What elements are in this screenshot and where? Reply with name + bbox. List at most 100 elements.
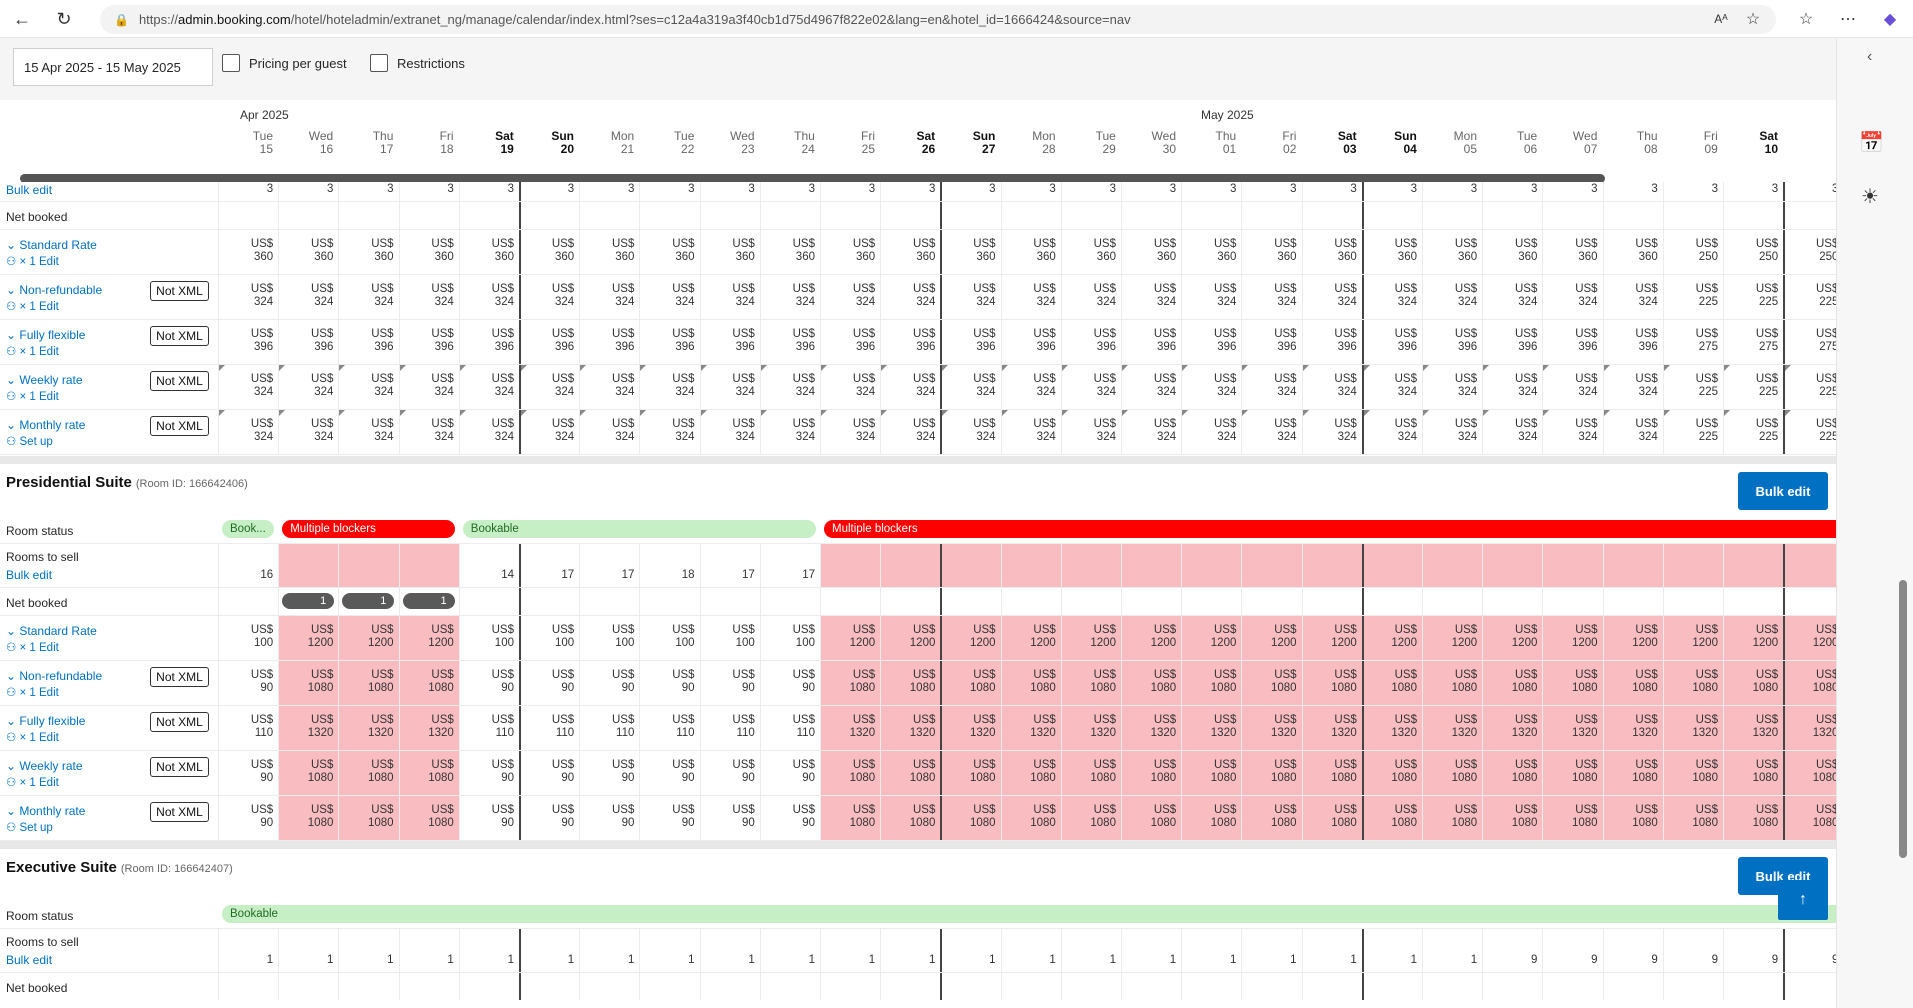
grid-cell[interactable] xyxy=(1602,544,1663,587)
price-cell[interactable]: US$ 110 xyxy=(759,706,820,750)
price-cell[interactable]: US$ 1080 xyxy=(398,796,459,840)
date-column-header[interactable]: Wed 16 xyxy=(278,130,338,156)
grid-cell[interactable] xyxy=(820,544,881,587)
price-cell[interactable]: US$ 1320 xyxy=(1361,706,1422,750)
price-cell[interactable]: US$ 1080 xyxy=(1602,751,1663,795)
grid-cell[interactable]: 1 xyxy=(759,929,820,972)
price-cell[interactable]: US$ 360 xyxy=(699,230,760,274)
date-column-header[interactable]: Sat 10 xyxy=(1723,130,1783,156)
grid-cell[interactable]: 3 xyxy=(398,182,459,201)
price-cell[interactable]: US$ 1320 xyxy=(1662,706,1723,750)
price-cell[interactable]: US$ 324 xyxy=(1241,275,1301,319)
price-cell[interactable]: US$ 1080 xyxy=(1662,796,1723,840)
price-cell[interactable]: US$ 324 xyxy=(519,275,579,319)
price-cell[interactable]: US$ 360 xyxy=(1602,230,1663,274)
price-cell[interactable]: US$ 1200 xyxy=(398,616,459,660)
bulk-edit-link[interactable]: Bulk edit xyxy=(6,953,52,967)
price-cell[interactable]: US$ 1080 xyxy=(820,796,881,840)
price-cell[interactable]: US$ 1080 xyxy=(1181,796,1242,840)
room-status-pill[interactable]: Multiple blockers xyxy=(282,520,455,538)
grid-cell[interactable]: 17 xyxy=(519,544,579,587)
grid-cell[interactable]: 3 xyxy=(820,182,880,201)
price-cell[interactable]: US$ 1080 xyxy=(1000,751,1061,795)
price-cell[interactable]: US$ 396 xyxy=(458,320,519,364)
price-cell[interactable]: US$ 1080 xyxy=(1723,751,1784,795)
price-cell[interactable]: US$ 360 xyxy=(639,230,699,274)
price-cell[interactable]: US$ 1080 xyxy=(1542,751,1603,795)
grid-cell[interactable]: 1 xyxy=(458,929,519,972)
price-cell[interactable]: US$ 1080 xyxy=(1542,796,1603,840)
date-column-header[interactable]: Thu 24 xyxy=(760,130,820,156)
grid-cell[interactable] xyxy=(1301,544,1362,587)
grid-cell[interactable]: 3 xyxy=(1241,182,1301,201)
price-cell[interactable]: US$ 396 xyxy=(699,320,760,364)
grid-cell[interactable] xyxy=(1482,544,1543,587)
grid-cell[interactable]: 1 xyxy=(1060,929,1121,972)
date-column-header[interactable]: Thu 17 xyxy=(338,130,398,156)
price-cell[interactable]: US$ 1080 xyxy=(1783,796,1836,840)
price-cell[interactable]: US$ 90 xyxy=(218,751,278,795)
price-cell[interactable]: US$ 360 xyxy=(1060,230,1121,274)
price-cell[interactable]: US$ 1080 xyxy=(338,796,399,840)
price-cell[interactable]: US$ 324 xyxy=(880,365,940,409)
date-column-header[interactable]: Sat 26 xyxy=(880,130,940,156)
rate-plan-name[interactable]: ⌄ Non-refundable xyxy=(6,283,102,297)
price-cell[interactable]: US$ 396 xyxy=(398,320,459,364)
price-cell[interactable]: US$ 324 xyxy=(1422,365,1482,409)
price-cell[interactable]: US$ 324 xyxy=(1181,275,1241,319)
price-cell[interactable]: US$ 100 xyxy=(579,616,639,660)
price-cell[interactable]: US$ 324 xyxy=(1301,410,1362,454)
price-cell[interactable]: US$ 360 xyxy=(880,230,940,274)
favorites-icon[interactable]: ☆ xyxy=(1792,5,1820,33)
rate-plan-name[interactable]: ⌄ Standard Rate xyxy=(6,238,97,252)
price-cell[interactable]: US$ 396 xyxy=(940,320,1000,364)
date-column-header[interactable]: Tue 06 xyxy=(1482,130,1542,156)
price-cell[interactable]: US$ 324 xyxy=(1301,365,1362,409)
price-cell[interactable]: US$ 324 xyxy=(458,410,519,454)
rate-plan-edit-link[interactable]: ⚇ × 1 Edit xyxy=(6,685,59,699)
grid-cell[interactable]: 3 xyxy=(1422,182,1482,201)
price-cell[interactable]: US$ 324 xyxy=(1422,410,1482,454)
price-cell[interactable]: US$ 324 xyxy=(458,365,519,409)
grid-cell[interactable]: 9 xyxy=(1602,929,1663,972)
rate-plan-name[interactable]: ⌄ Fully flexible xyxy=(6,714,85,728)
price-cell[interactable]: US$ 225 xyxy=(1723,275,1783,319)
price-cell[interactable]: US$ 1080 xyxy=(1000,796,1061,840)
price-cell[interactable]: US$ 396 xyxy=(218,320,278,364)
price-cell[interactable]: US$ 1320 xyxy=(820,706,881,750)
price-cell[interactable]: US$ 1080 xyxy=(338,751,399,795)
price-cell[interactable]: US$ 396 xyxy=(338,320,398,364)
price-cell[interactable]: US$ 324 xyxy=(398,365,459,409)
price-cell[interactable]: US$ 324 xyxy=(880,410,940,454)
grid-cell[interactable]: 3 xyxy=(579,182,639,201)
bulk-edit-link[interactable]: Bulk edit xyxy=(6,183,52,197)
grid-cell[interactable]: 1 xyxy=(519,929,579,972)
grid-cell[interactable] xyxy=(1121,544,1182,587)
grid-cell[interactable]: 3 xyxy=(1662,182,1723,201)
price-cell[interactable]: US$ 396 xyxy=(1361,320,1422,364)
grid-cell[interactable] xyxy=(1060,544,1121,587)
date-column-header[interactable]: Mon 21 xyxy=(579,130,639,156)
price-cell[interactable]: US$ 324 xyxy=(639,365,699,409)
price-cell[interactable]: US$ 360 xyxy=(1181,230,1241,274)
grid-cell[interactable]: 1 xyxy=(278,929,338,972)
price-cell[interactable]: US$ 324 xyxy=(1000,410,1061,454)
grid-cell[interactable]: 3 xyxy=(1121,182,1181,201)
price-cell[interactable]: US$ 324 xyxy=(1181,410,1241,454)
grid-cell[interactable]: 3 xyxy=(1000,182,1061,201)
price-cell[interactable]: US$ 360 xyxy=(1361,230,1422,274)
price-cell[interactable]: US$ 324 xyxy=(1422,275,1482,319)
grid-cell[interactable]: 3 xyxy=(940,182,1000,201)
price-cell[interactable]: US$ 1080 xyxy=(1723,661,1784,705)
price-cell[interactable]: US$ 324 xyxy=(820,275,880,319)
grid-cell[interactable]: 3 xyxy=(218,182,278,201)
copilot-icon[interactable]: ◆ xyxy=(1876,5,1904,33)
price-cell[interactable]: US$ 324 xyxy=(880,275,940,319)
price-cell[interactable]: US$ 90 xyxy=(639,661,699,705)
price-cell[interactable]: US$ 1080 xyxy=(1301,751,1362,795)
grid-cell[interactable] xyxy=(880,544,941,587)
rate-plan-name[interactable]: ⌄ Monthly rate xyxy=(6,418,85,432)
price-cell[interactable]: US$ 324 xyxy=(1121,410,1181,454)
grid-cell[interactable]: 14 xyxy=(458,544,519,587)
price-cell[interactable]: US$ 1200 xyxy=(1301,616,1362,660)
